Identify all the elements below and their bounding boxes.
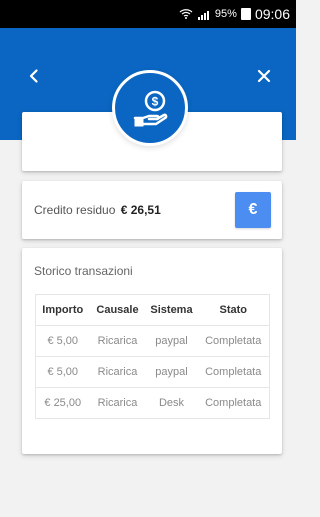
column-header-importo: Importo — [35, 294, 90, 326]
hand-coin-dollar-icon: $ — [127, 85, 173, 131]
cell-sistema: paypal — [145, 325, 198, 357]
signal-icon — [197, 7, 211, 21]
table-row: € 25,00 Ricarica Desk Completata — [35, 387, 270, 419]
cell-importo: € 5,00 — [35, 356, 90, 388]
recharge-button[interactable]: € — [235, 192, 271, 228]
table-header-row: Importo Causale Sistema Stato — [35, 294, 270, 326]
credit-label: Credito residuo — [34, 203, 116, 217]
transactions-card: Storico transazioni Importo Causale Sist… — [22, 248, 282, 454]
table-row: € 5,00 Ricarica paypal Completata — [35, 325, 270, 357]
transactions-title: Storico transazioni — [34, 264, 133, 278]
euro-icon: € — [248, 201, 258, 218]
close-button[interactable] — [252, 64, 276, 88]
back-button[interactable] — [22, 64, 46, 88]
credit-card: Credito residuo € 26,51 € — [22, 181, 282, 239]
svg-text:$: $ — [152, 95, 159, 109]
cell-stato: Completata — [197, 387, 270, 419]
battery-icon — [240, 8, 251, 20]
transactions-table: Importo Causale Sistema Stato € 5,00 Ric… — [35, 294, 270, 419]
chevron-left-icon — [24, 66, 44, 86]
cell-causale: Ricarica — [89, 356, 146, 388]
column-header-stato: Stato — [197, 294, 270, 326]
cell-stato: Completata — [197, 356, 270, 388]
column-header-sistema: Sistema — [145, 294, 198, 326]
status-right: 95% 09:06 — [179, 6, 290, 22]
column-header-causale: Causale — [89, 294, 146, 326]
status-bar: 95% 09:06 — [0, 0, 296, 28]
cell-causale: Ricarica — [89, 387, 146, 419]
app-screen: 95% 09:06 $ Credito residuo € 26,51 € St… — [0, 0, 296, 517]
cell-stato: Completata — [197, 325, 270, 357]
cell-sistema: Desk — [145, 387, 198, 419]
cell-importo: € 5,00 — [35, 325, 90, 357]
close-icon — [254, 66, 274, 86]
cell-importo: € 25,00 — [35, 387, 90, 419]
table-row: € 5,00 Ricarica paypal Completata — [35, 356, 270, 388]
cell-sistema: paypal — [145, 356, 198, 388]
wallet-hero: $ — [112, 70, 188, 146]
clock-time: 09:06 — [254, 6, 290, 22]
wifi-icon — [179, 7, 193, 21]
credit-amount: € 26,51 — [120, 203, 161, 217]
battery-percent: 95% — [214, 8, 237, 20]
credit-text: Credito residuo € 26,51 — [34, 203, 161, 217]
cell-causale: Ricarica — [89, 325, 146, 357]
